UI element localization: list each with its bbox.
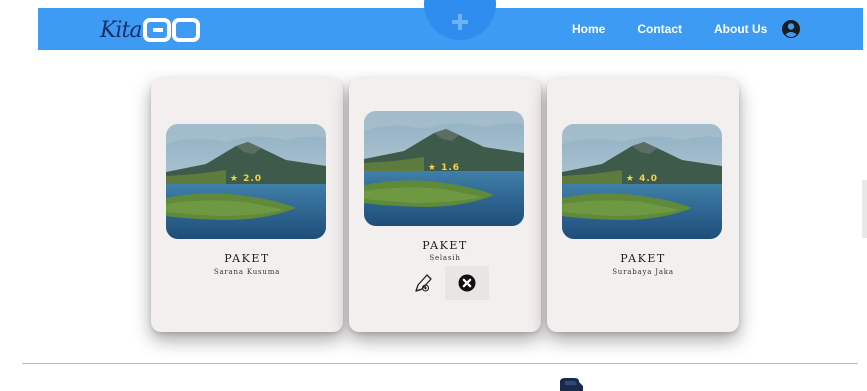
edit-icon[interactable] xyxy=(413,272,433,294)
scroll-edge xyxy=(862,180,867,238)
package-image: ★ 1.6 xyxy=(364,111,524,226)
nav-link-home[interactable]: Home xyxy=(572,22,605,36)
rating-badge: ★ 1.6 xyxy=(427,163,461,173)
nav-link-about-us[interactable]: About Us xyxy=(714,22,767,36)
package-image: ★ 4.0 xyxy=(562,124,722,239)
package-card[interactable]: ★ 4.0 PAKET Surabaya Jaka xyxy=(547,78,739,332)
card-title: PAKET xyxy=(422,239,468,252)
brand-logo-script: Kita xyxy=(100,17,142,43)
footer-divider xyxy=(22,363,858,364)
delete-button[interactable] xyxy=(445,266,489,300)
package-card[interactable]: ★ 2.0 PAKET Sarana Kusuma xyxy=(151,78,343,332)
nav-link-contact[interactable]: Contact xyxy=(637,22,682,36)
brand-logo[interactable]: Kita xyxy=(100,15,201,45)
user-circle-icon[interactable] xyxy=(781,19,801,39)
card-actions xyxy=(409,264,491,300)
plus-icon xyxy=(452,14,468,30)
nav-links: Home Contact About Us xyxy=(572,8,801,50)
package-image: ★ 2.0 xyxy=(166,124,326,239)
brand-logo-mark xyxy=(143,18,201,42)
card-title: PAKET xyxy=(224,252,270,265)
card-subtitle: Sarana Kusuma xyxy=(213,268,281,276)
card-title: PAKET xyxy=(620,252,666,265)
footer-logo-icon xyxy=(560,378,583,391)
rating-badge: ★ 2.0 xyxy=(229,174,263,184)
delete-icon xyxy=(458,274,476,292)
card-subtitle: Surabaya Jaka xyxy=(612,268,674,276)
package-card[interactable]: ★ 1.6 PAKET Selasih xyxy=(349,78,541,332)
navbar: Kita Home Contact About Us xyxy=(38,0,863,50)
add-fab-button[interactable] xyxy=(424,0,496,40)
rating-badge: ★ 4.0 xyxy=(625,174,659,184)
card-subtitle: Selasih xyxy=(429,254,461,262)
